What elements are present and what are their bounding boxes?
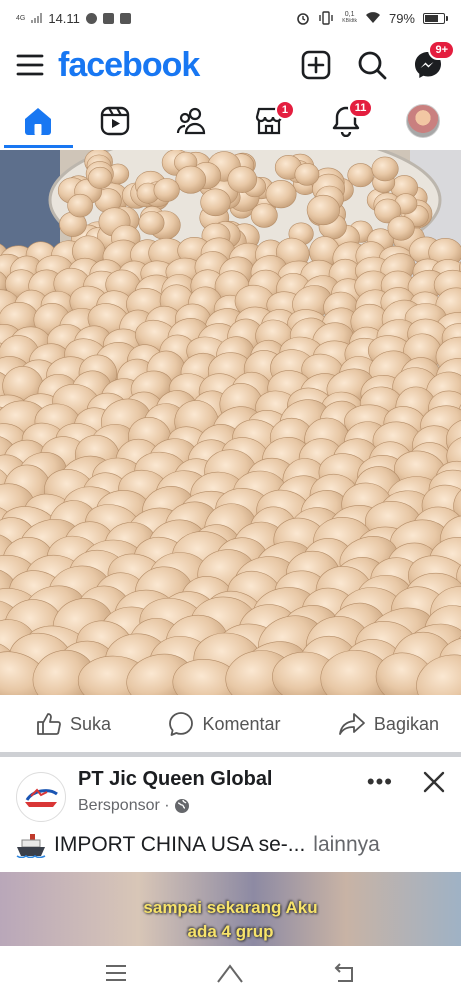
see-more-link[interactable]: lainnya bbox=[313, 833, 380, 857]
home-nav-icon[interactable] bbox=[215, 962, 245, 984]
snack-ball bbox=[200, 188, 231, 217]
comment-button[interactable]: Komentar bbox=[168, 711, 281, 737]
app-header: facebook 9+ bbox=[0, 36, 461, 94]
battery-percent: 79% bbox=[388, 10, 415, 26]
battery-icon bbox=[423, 12, 448, 24]
tab-notifications[interactable]: 11 bbox=[307, 94, 384, 148]
avatar bbox=[405, 104, 440, 138]
close-icon[interactable] bbox=[423, 771, 445, 793]
share-label: Bagikan bbox=[373, 713, 439, 734]
menu-icon bbox=[16, 54, 44, 76]
search-icon bbox=[358, 51, 387, 80]
snack-ball bbox=[227, 166, 257, 193]
create-post-button[interactable] bbox=[299, 48, 333, 82]
post-actions: Suka Komentar Bagikan bbox=[0, 700, 461, 748]
tab-home[interactable] bbox=[0, 94, 77, 148]
status-bar: 4G 14.11 0,1 KB/dtk 79% bbox=[0, 0, 461, 36]
sponsored-post-text: IMPORT CHINA USA se-... lainnya bbox=[16, 832, 456, 858]
sponsored-image[interactable]: sampai sekarang Aku ada 4 grup bbox=[0, 872, 461, 946]
create-post-icon bbox=[301, 50, 331, 80]
snack-ball bbox=[371, 156, 399, 182]
image-caption-line1: sampai sekarang Aku bbox=[143, 898, 318, 917]
company-logo-icon bbox=[25, 788, 58, 807]
like-label: Suka bbox=[70, 713, 112, 734]
recent-apps-icon[interactable] bbox=[104, 964, 128, 982]
snack-ball bbox=[138, 211, 165, 235]
vibrate-icon bbox=[319, 11, 333, 25]
snack-ball bbox=[294, 163, 320, 186]
image-caption-line2: ada 4 grup bbox=[187, 922, 274, 941]
snack-ball bbox=[387, 215, 415, 241]
comment-icon bbox=[169, 712, 194, 736]
marketplace-badge: 1 bbox=[274, 100, 296, 120]
reels-icon bbox=[101, 106, 130, 136]
tab-reels[interactable] bbox=[77, 94, 154, 148]
feed-divider bbox=[0, 752, 461, 757]
tab-profile[interactable] bbox=[384, 94, 461, 148]
messenger-button[interactable]: 9+ bbox=[411, 40, 455, 82]
like-button[interactable]: Suka bbox=[36, 712, 111, 736]
tab-marketplace[interactable]: 1 bbox=[230, 94, 307, 148]
friends-icon bbox=[176, 107, 206, 135]
snack-ball bbox=[153, 178, 180, 202]
post-image[interactable] bbox=[0, 150, 461, 695]
comment-label: Komentar bbox=[202, 713, 281, 734]
snack-ball bbox=[265, 180, 297, 209]
share-button[interactable]: Bagikan bbox=[338, 712, 439, 736]
tab-friends[interactable] bbox=[154, 94, 231, 148]
snack-ball bbox=[347, 163, 374, 188]
battery-level bbox=[425, 14, 439, 22]
clock: 14.11 bbox=[48, 10, 80, 26]
wifi-icon bbox=[365, 12, 380, 23]
data-speed-value: 0,1 bbox=[344, 11, 355, 18]
network-type: 4G bbox=[16, 14, 26, 22]
thumbs-up-icon bbox=[37, 713, 61, 735]
sponsor-page-name[interactable]: PT Jic Queen Global bbox=[78, 768, 273, 791]
messenger-badge: 9+ bbox=[428, 40, 455, 60]
snack-ball bbox=[306, 194, 340, 226]
snack-ball bbox=[250, 203, 278, 228]
sponsored-label: Bersponsor · bbox=[78, 797, 170, 814]
image-caption: sampai sekarang Aku ada 4 grup bbox=[0, 896, 461, 944]
page-avatar[interactable] bbox=[16, 772, 66, 822]
search-button[interactable] bbox=[355, 48, 389, 82]
snacks-photo bbox=[0, 150, 461, 695]
share-icon bbox=[339, 713, 365, 735]
snack-ball bbox=[88, 166, 113, 189]
notifications-badge: 11 bbox=[347, 98, 374, 118]
main-nav: 1 11 bbox=[0, 94, 461, 148]
message-icon bbox=[85, 12, 97, 24]
alarm-icon bbox=[297, 13, 310, 25]
youtube-icon bbox=[119, 12, 131, 24]
system-nav-bar bbox=[0, 946, 461, 1000]
data-speed-unit: KB/dtk bbox=[342, 18, 357, 24]
ship-icon bbox=[16, 834, 46, 858]
snack-ball bbox=[175, 165, 207, 194]
more-options-button[interactable]: ••• bbox=[367, 769, 393, 795]
home-icon bbox=[25, 108, 52, 135]
globe-icon bbox=[174, 799, 189, 813]
signal-icon bbox=[31, 13, 43, 23]
back-icon[interactable] bbox=[332, 962, 358, 984]
instagram-icon bbox=[102, 12, 114, 24]
sponsored-text: IMPORT CHINA USA se-... bbox=[54, 833, 306, 856]
snack-ball bbox=[67, 193, 93, 218]
facebook-logo[interactable]: facebook bbox=[58, 46, 200, 85]
sponsored-post-header: PT Jic Queen Global Bersponsor · ••• bbox=[0, 762, 461, 828]
menu-button[interactable] bbox=[16, 48, 44, 82]
